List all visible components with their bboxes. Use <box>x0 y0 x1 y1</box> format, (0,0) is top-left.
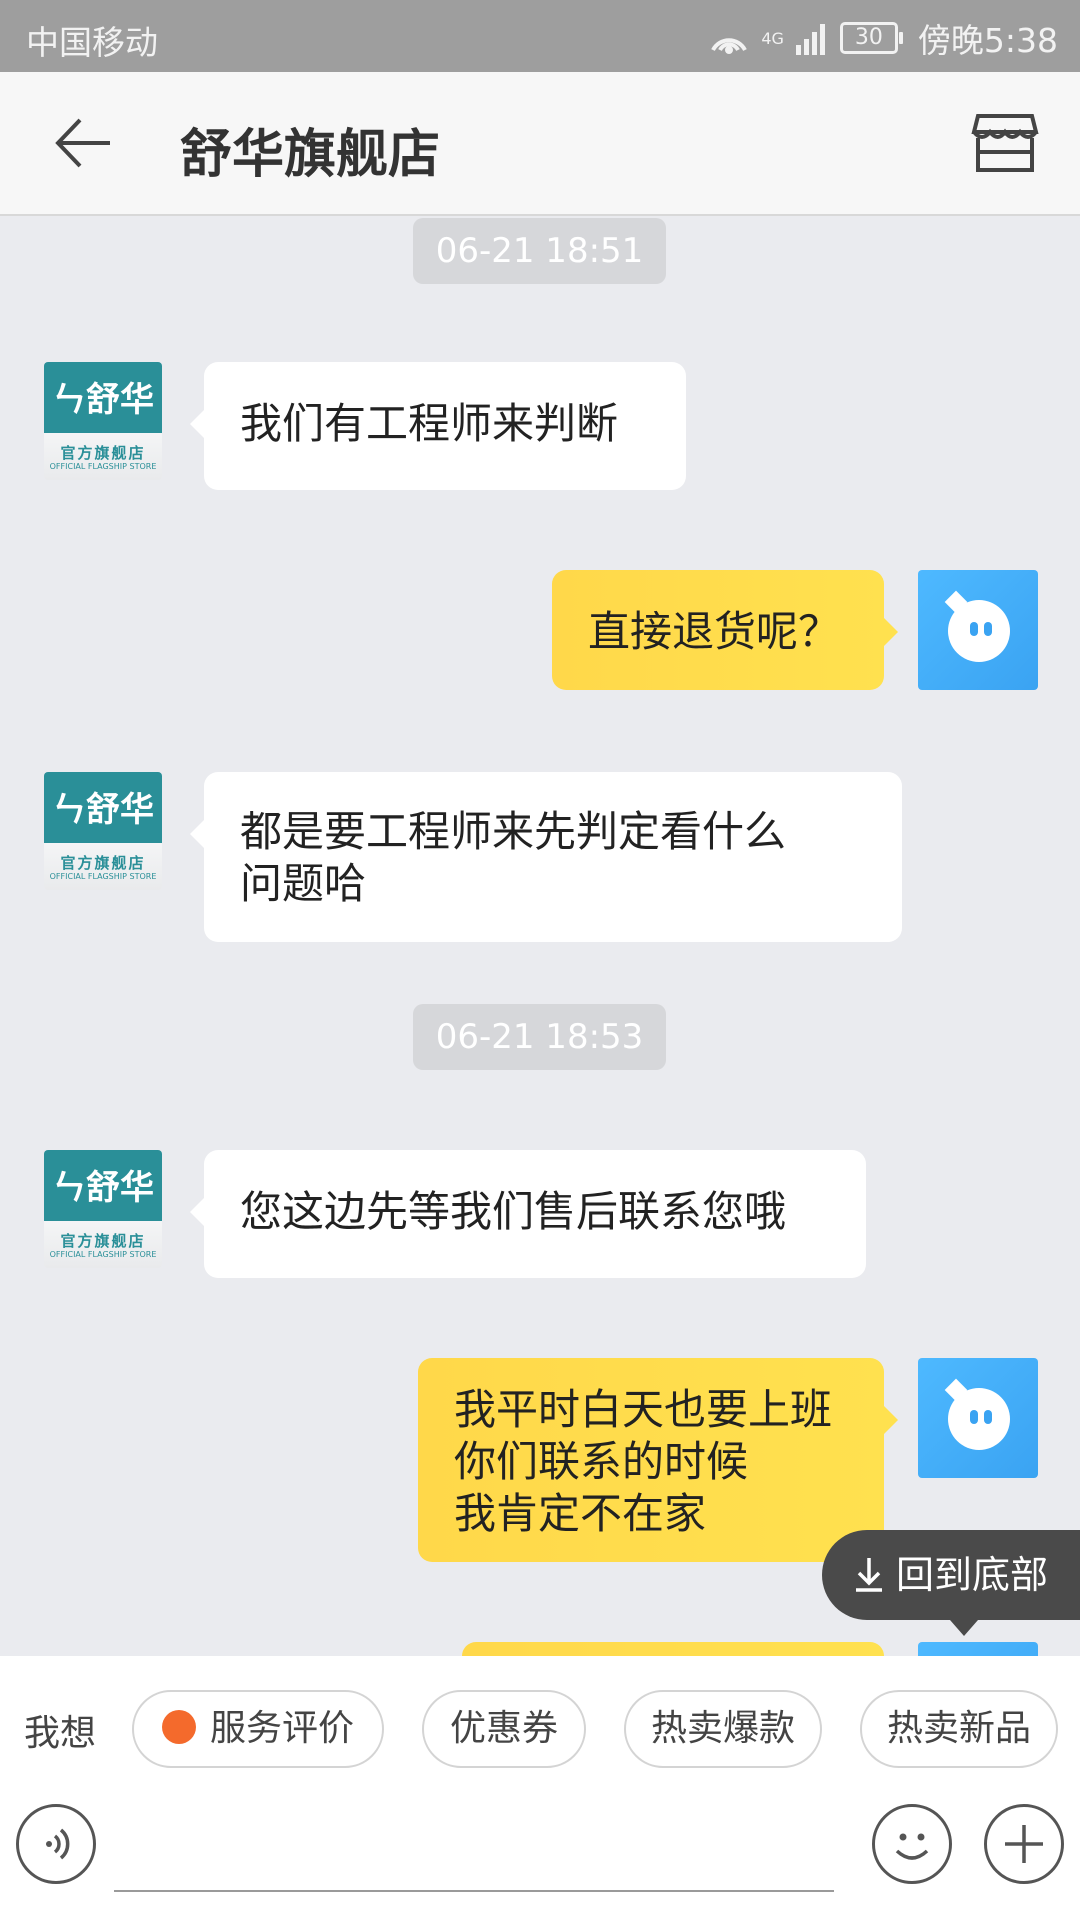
message-bubble-user[interactable]: 我平时白天也要上班 你们联系的时候 我肯定不在家 <box>418 1358 898 1562</box>
avatar-face <box>948 1388 1010 1450</box>
store-avatar-text: 官方旗舰店 <box>60 444 146 462</box>
voice-icon <box>46 1828 70 1860</box>
avatar-face <box>948 600 1010 662</box>
chip-label: 热卖爆款 <box>650 1708 795 1749</box>
store-avatar[interactable]: ㄣ舒华 官方旗舰店 OFFICIAL FLAGSHIP STORE <box>44 1150 162 1268</box>
timestamp: 06-21 18:53 <box>413 1004 666 1070</box>
chat-messages[interactable]: 06-21 18:51 ㄣ舒华 官方旗舰店 OFFICIAL FLAGSHIP … <box>0 214 1080 1656</box>
page-title: 舒华旗舰店 <box>180 125 441 185</box>
message-bubble-user-partial[interactable] <box>462 1642 884 1656</box>
message-bubble-store[interactable]: 我们有工程师来判断 <box>190 362 686 490</box>
signal-icon <box>795 24 825 55</box>
user-avatar[interactable] <box>918 570 1038 690</box>
plus-icon <box>1005 1825 1043 1863</box>
chip-label: 优惠券 <box>449 1708 558 1749</box>
store-avatar-brand: ㄣ舒华 <box>52 790 154 830</box>
store-avatar-brand: ㄣ舒华 <box>52 1168 154 1208</box>
chip-coupon[interactable]: 优惠券 <box>422 1690 586 1768</box>
store-avatar-subtext: OFFICIAL FLAGSHIP STORE <box>49 462 157 471</box>
chip-hot-new[interactable]: 热卖新品 <box>860 1690 1058 1768</box>
message-input[interactable] <box>114 1890 834 1892</box>
status-bar: 中国移动 4G 30 傍晚5:38 <box>0 0 1080 72</box>
store-avatar[interactable]: ㄣ舒华 官方旗舰店 OFFICIAL FLAGSHIP STORE <box>44 362 162 480</box>
bottom-panel: 我想 服务评价 优惠券 热卖爆款 热卖新品 <box>0 1656 1080 1920</box>
voice-button[interactable] <box>16 1804 96 1884</box>
store-avatar[interactable]: ㄣ舒华 官方旗舰店 OFFICIAL FLAGSHIP STORE <box>44 772 162 890</box>
rating-icon <box>161 1710 196 1744</box>
message-bubble-store[interactable]: 您这边先等我们售后联系您哦 <box>190 1150 866 1278</box>
back-button[interactable] <box>50 112 120 174</box>
back-arrow-icon <box>55 118 110 168</box>
hotspot-icon <box>711 38 748 54</box>
quick-actions-label: 我想 <box>24 1713 97 1754</box>
store-avatar-subtext: OFFICIAL FLAGSHIP STORE <box>49 872 157 881</box>
store-avatar-brand: ㄣ舒华 <box>52 380 154 420</box>
store-button[interactable] <box>970 112 1040 174</box>
download-arrow-icon <box>856 1558 882 1592</box>
chip-hot-sellers[interactable]: 热卖爆款 <box>624 1690 822 1768</box>
clock: 傍晚5:38 <box>917 21 1058 60</box>
scroll-to-bottom-button[interactable]: 回到底部 <box>822 1530 1080 1636</box>
carrier-label: 中国移动 <box>26 23 158 62</box>
user-avatar[interactable] <box>918 1358 1038 1478</box>
network-type: 4G <box>761 28 784 48</box>
scroll-to-bottom-label: 回到底部 <box>896 1553 1049 1597</box>
chat-header: 舒华旗舰店 <box>0 72 1080 216</box>
store-avatar-subtext: OFFICIAL FLAGSHIP STORE <box>49 1250 157 1259</box>
chip-label: 热卖新品 <box>886 1708 1031 1749</box>
chip-service-rating[interactable]: 服务评价 <box>132 1690 384 1768</box>
message-bubble-store[interactable]: 都是要工程师来先判定看什么 问题哈 <box>190 772 902 942</box>
chip-label: 服务评价 <box>209 1708 354 1749</box>
more-button[interactable] <box>984 1804 1064 1884</box>
user-avatar[interactable] <box>918 1642 1038 1656</box>
status-right: 4G 30 傍晚5:38 <box>707 14 1058 62</box>
timestamp: 06-21 18:51 <box>413 218 666 284</box>
emoji-icon <box>895 1833 929 1860</box>
store-icon <box>971 114 1039 172</box>
message-bubble-user[interactable]: 直接退货呢？ <box>552 570 898 690</box>
battery-icon: 30 <box>839 22 903 54</box>
store-avatar-text: 官方旗舰店 <box>60 1232 146 1250</box>
emoji-button[interactable] <box>872 1804 952 1884</box>
store-avatar-text: 官方旗舰店 <box>60 854 146 872</box>
